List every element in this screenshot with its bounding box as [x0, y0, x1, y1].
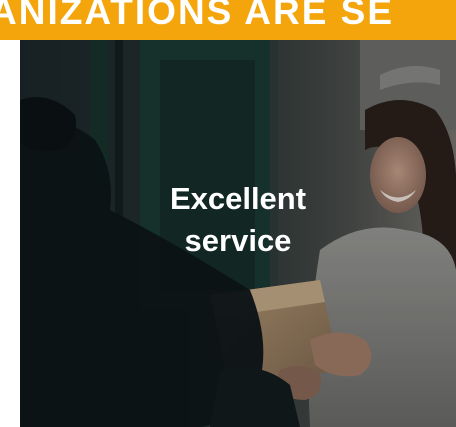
slide-page: ANIZATIONS ARE SE Excellent service	[0, 0, 456, 427]
service-card[interactable]: Excellent service	[20, 40, 456, 427]
header-banner: ANIZATIONS ARE SE	[0, 0, 456, 40]
card-title: Excellent service	[169, 181, 307, 258]
banner-heading: ANIZATIONS ARE SE	[0, 0, 395, 32]
